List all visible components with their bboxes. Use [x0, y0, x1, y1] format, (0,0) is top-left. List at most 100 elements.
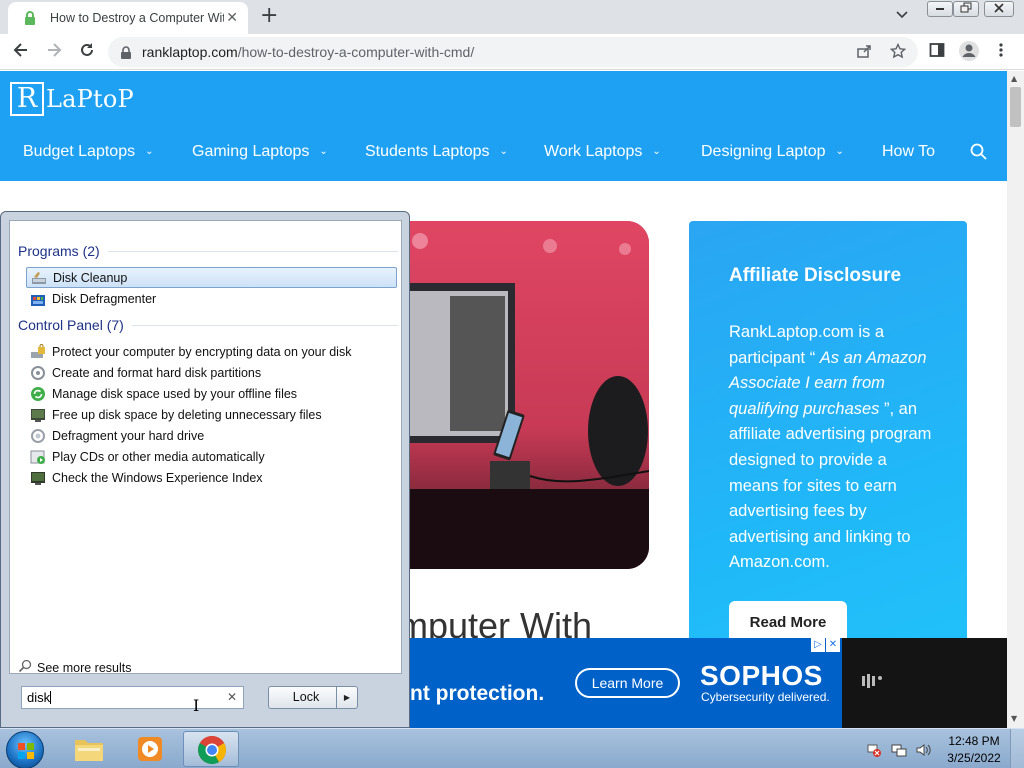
affiliate-text-2: ”, an affiliate advertising program desi… [729, 399, 932, 572]
ad-banner[interactable]: nt protection. Learn More SOPHOS Cyberse… [410, 638, 842, 728]
lock-button[interactable]: Lock [268, 686, 344, 709]
taskbar-explorer[interactable] [62, 731, 118, 767]
control-panel-header-label: Control Panel (7) [18, 317, 124, 333]
share-icon[interactable] [856, 43, 872, 63]
show-desktop-button[interactable] [1010, 729, 1024, 768]
tab-strip: How to Destroy a Computer With Cmd ✕ + [0, 0, 1024, 34]
result-label: Check the Windows Experience Index [52, 470, 263, 485]
result-free-disk-space[interactable]: Free up disk space by deleting unnecessa… [26, 404, 397, 425]
disk-management-icon [30, 365, 46, 381]
reload-icon[interactable] [78, 41, 96, 64]
search-icon[interactable] [970, 143, 987, 165]
nav-budget-laptops[interactable]: Budget Laptops ⌄ [23, 143, 153, 161]
power-options-arrow-icon[interactable]: ▶ [336, 686, 358, 709]
chevron-down-icon: ⌄ [835, 146, 844, 157]
nav-gaming-laptops[interactable]: Gaming Laptops ⌄ [192, 143, 328, 161]
forward-arrow-icon[interactable] [45, 41, 63, 64]
bookmark-star-icon[interactable] [889, 42, 907, 63]
nav-label: How To [882, 143, 936, 160]
tab-title: How to Destroy a Computer With Cmd [50, 11, 224, 25]
defragmenter-icon [30, 291, 46, 307]
see-more-label: See more results [37, 660, 132, 675]
nav-label: Budget Laptops [23, 143, 136, 160]
chevron-down-icon: ⌄ [145, 146, 154, 157]
network-error-icon[interactable] [866, 742, 882, 762]
result-encrypt-disk[interactable]: Protect your computer by encrypting data… [26, 341, 397, 362]
nav-students-laptops[interactable]: Students Laptops ⌄ [365, 143, 508, 161]
volume-icon[interactable] [915, 742, 931, 762]
result-defragment[interactable]: Defragment your hard drive [26, 425, 397, 446]
result-label: Protect your computer by encrypting data… [52, 344, 352, 359]
page-scrollbar[interactable]: ▲ ▼ [1007, 71, 1024, 728]
taskbar-chrome[interactable] [183, 731, 239, 767]
address-bar[interactable]: ranklaptop.com/how-to-destroy-a-computer… [108, 37, 918, 67]
result-disk-cleanup[interactable]: Disk Cleanup [26, 267, 397, 288]
result-disk-defragmenter[interactable]: Disk Defragmenter [26, 288, 397, 309]
admin-tools-icon [30, 407, 46, 423]
lock-favicon-icon [22, 10, 38, 26]
secure-lock-icon[interactable] [120, 45, 132, 64]
minimize-button[interactable] [927, 1, 953, 17]
chevron-down-icon: ⌄ [652, 146, 661, 157]
folder-icon [74, 735, 104, 767]
text-caret [50, 691, 52, 704]
site-logo[interactable]: R LaPtoP [10, 81, 134, 117]
result-offline-files[interactable]: Manage disk space used by your offline f… [26, 383, 397, 404]
result-label: Disk Cleanup [53, 270, 128, 285]
nav-label: Gaming Laptops [192, 143, 310, 160]
kebab-menu-icon[interactable] [998, 42, 1004, 62]
search-input-value: disk [27, 690, 51, 705]
side-panel-icon[interactable] [929, 42, 945, 62]
taskbar: 12:48 PM 3/25/2022 [0, 728, 1024, 768]
scroll-up-arrow-icon[interactable]: ▲ [1011, 74, 1017, 83]
adchoices-icon[interactable]: ▷ [811, 638, 825, 652]
ad-sidebar-dark[interactable] [842, 638, 1007, 728]
see-more-results-link[interactable]: See more results [18, 659, 131, 676]
ad-close-icon[interactable]: ✕ [826, 638, 840, 652]
result-label: Play CDs or other media automatically [52, 449, 265, 464]
tab-close-icon[interactable]: ✕ [226, 10, 238, 26]
start-search-input[interactable]: disk [21, 686, 244, 709]
result-disk-partitions[interactable]: Create and format hard disk partitions [26, 362, 397, 383]
start-button[interactable] [6, 731, 44, 768]
browser-tab-active[interactable]: How to Destroy a Computer With Cmd ✕ [8, 2, 248, 34]
defrag-gear-icon [30, 428, 46, 444]
hero-image[interactable] [390, 221, 649, 569]
ad-text: nt protection. [410, 682, 545, 705]
network-icon[interactable] [891, 742, 907, 762]
clock-time[interactable]: 12:48 PM [941, 734, 1007, 748]
clock-date[interactable]: 3/25/2022 [941, 751, 1007, 765]
result-label: Free up disk space by deleting unnecessa… [52, 407, 322, 422]
ad-learn-more-button[interactable]: Learn More [575, 668, 680, 698]
result-label: Disk Defragmenter [52, 291, 157, 306]
performance-icon [30, 470, 46, 486]
close-window-button[interactable] [984, 1, 1014, 17]
url-host: ranklaptop.com [142, 44, 238, 60]
tab-search-chevron-icon[interactable] [896, 8, 908, 22]
site-header: R LaPtoP Budget Laptops ⌄ Gaming Laptops ⌄… [0, 71, 1007, 181]
sync-center-icon [30, 386, 46, 402]
clear-search-icon[interactable]: ✕ [227, 690, 237, 704]
new-tab-button[interactable]: + [260, 5, 278, 27]
nav-label: Designing Laptop [701, 143, 826, 160]
autoplay-icon [30, 449, 46, 465]
url-path: /how-to-destroy-a-computer-with-cmd/ [237, 44, 475, 60]
url-text: ranklaptop.com/how-to-destroy-a-computer… [142, 44, 474, 60]
result-autoplay[interactable]: Play CDs or other media automatically [26, 446, 397, 467]
result-experience-index[interactable]: Check the Windows Experience Index [26, 467, 397, 488]
ad-brand-logo: SOPHOS [700, 660, 823, 691]
nav-how-to[interactable]: How To [882, 143, 935, 161]
profile-avatar-icon[interactable] [958, 40, 980, 66]
scroll-thumb[interactable] [1010, 87, 1021, 127]
control-panel-header: Control Panel (7) [18, 317, 398, 333]
back-arrow-icon[interactable] [12, 41, 30, 64]
chevron-down-icon: ⌄ [499, 146, 508, 157]
logo-text: LaPtoP [46, 85, 134, 113]
nav-work-laptops[interactable]: Work Laptops ⌄ [544, 143, 661, 161]
scroll-down-arrow-icon[interactable]: ▼ [1011, 714, 1017, 723]
restore-button[interactable] [953, 1, 979, 17]
disk-cleanup-icon [31, 270, 47, 286]
nav-designing-laptop[interactable]: Designing Laptop ⌄ [701, 143, 844, 161]
taskbar-media-player[interactable] [122, 731, 178, 767]
result-label: Create and format hard disk partitions [52, 365, 262, 380]
